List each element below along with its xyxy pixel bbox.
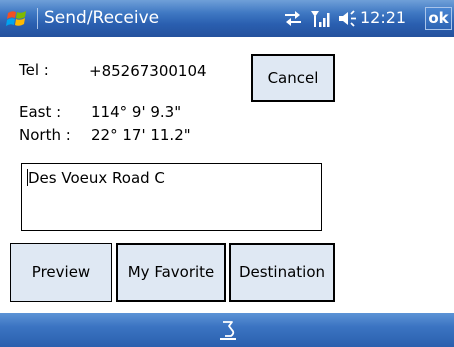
east-value: 114° 9' 9.3" — [91, 103, 182, 121]
tel-value: +85267300104 — [89, 62, 207, 80]
preview-button[interactable]: Preview — [10, 243, 112, 302]
title-separator — [37, 8, 38, 29]
keyboard-input-panel-icon[interactable] — [217, 319, 239, 343]
address-input[interactable]: Des Voeux Road C — [21, 163, 322, 231]
speaker-volume-icon[interactable] — [337, 9, 357, 28]
east-label: East : — [19, 103, 62, 121]
sync-arrows-icon[interactable] — [282, 9, 304, 28]
menu-bar — [0, 313, 454, 347]
address-text: Des Voeux Road C — [28, 169, 165, 187]
ok-button[interactable]: ok — [425, 7, 452, 30]
window-title: Send/Receive — [44, 8, 160, 28]
title-bar: Send/Receive 12:21 ok — [0, 0, 454, 37]
clock[interactable]: 12:21 — [360, 8, 406, 28]
signal-strength-icon[interactable] — [310, 9, 332, 28]
tel-label: Tel : — [19, 61, 49, 79]
windows-flag-icon[interactable] — [6, 7, 30, 31]
north-label: North : — [19, 126, 71, 144]
destination-button[interactable]: Destination — [229, 243, 335, 302]
my-favorite-button[interactable]: My Favorite — [116, 243, 226, 302]
cancel-button[interactable]: Cancel — [251, 54, 335, 102]
north-value: 22° 17' 11.2" — [91, 126, 191, 144]
